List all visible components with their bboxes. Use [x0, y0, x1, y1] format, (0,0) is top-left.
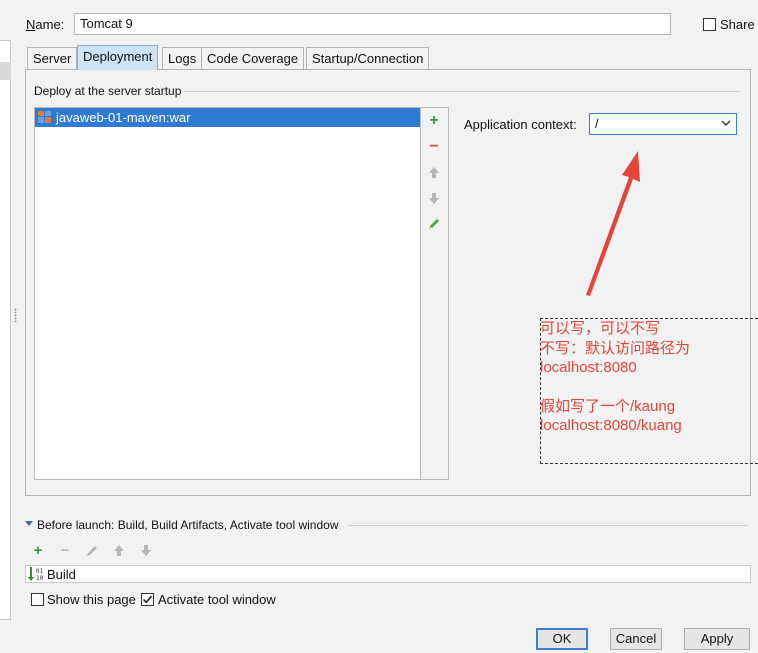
- build-task-label: Build: [47, 567, 76, 582]
- remove-icon[interactable]: −: [57, 543, 73, 559]
- tab-server[interactable]: Server: [27, 47, 78, 69]
- annotation-arrow: [586, 151, 640, 296]
- before-launch-list[interactable]: [25, 565, 751, 583]
- ok-button[interactable]: OK: [536, 628, 588, 650]
- svg-text:10: 10: [36, 575, 44, 582]
- artifact-name: javaweb-01-maven:war: [56, 110, 191, 125]
- config-tree-selected-row[interactable]: [0, 62, 11, 80]
- move-down-icon[interactable]: [428, 192, 440, 205]
- annotation-line: localhost:8080/kuang: [540, 417, 682, 434]
- tab-startup-connection[interactable]: Startup/Connection: [306, 47, 430, 69]
- before-launch-label[interactable]: Before launch: Build, Build Artifacts, A…: [37, 518, 339, 532]
- tab-code-coverage[interactable]: Code Coverage: [201, 47, 305, 69]
- tab-deployment[interactable]: Deployment: [77, 45, 159, 70]
- share-label: Share: [720, 17, 755, 32]
- edit-icon[interactable]: [85, 544, 99, 558]
- name-label: Name:: [26, 17, 65, 32]
- show-this-page-label: Show this page: [47, 592, 136, 607]
- application-context-select[interactable]: /: [589, 113, 737, 135]
- splitter-grip[interactable]: [14, 308, 17, 322]
- war-artifact-icon: [38, 111, 51, 123]
- before-launch-divider: [348, 525, 748, 526]
- add-icon[interactable]: +: [425, 112, 443, 130]
- move-up-icon[interactable]: [113, 544, 125, 557]
- deploy-section-label: Deploy at the server startup: [34, 84, 182, 98]
- application-context-label: Application context:: [464, 117, 577, 132]
- show-this-page-checkbox[interactable]: [31, 593, 44, 606]
- build-icon: 01 10: [28, 567, 44, 582]
- config-tree-panel[interactable]: [0, 40, 11, 620]
- name-input[interactable]: Tomcat 9: [74, 13, 671, 35]
- move-down-icon[interactable]: [140, 544, 152, 557]
- svg-text:01: 01: [36, 568, 44, 575]
- section-divider: [184, 91, 740, 92]
- cancel-button[interactable]: Cancel: [610, 628, 662, 650]
- share-checkbox[interactable]: [703, 18, 716, 31]
- tab-logs[interactable]: Logs: [162, 47, 203, 69]
- activate-tool-window-checkbox[interactable]: [141, 593, 154, 606]
- artifact-toolbar: [421, 107, 449, 480]
- add-icon[interactable]: +: [30, 543, 46, 559]
- chevron-down-icon[interactable]: [721, 120, 731, 127]
- annotation-line: 不写：默认访问路径为: [540, 340, 691, 357]
- artifact-list[interactable]: [34, 107, 421, 480]
- edit-icon[interactable]: [427, 217, 441, 231]
- move-up-icon[interactable]: [428, 166, 440, 179]
- activate-tool-window-label: Activate tool window: [158, 592, 276, 607]
- annotation-line: 假如写了一个/kaung: [540, 398, 676, 415]
- apply-button[interactable]: Apply: [684, 628, 750, 650]
- checkmark-icon: [142, 595, 153, 604]
- annotation-line: localhost:8080: [540, 359, 637, 376]
- collapse-triangle-icon[interactable]: [25, 521, 33, 526]
- remove-icon[interactable]: −: [425, 138, 443, 156]
- annotation-line: 可以写，可以不写: [540, 320, 661, 337]
